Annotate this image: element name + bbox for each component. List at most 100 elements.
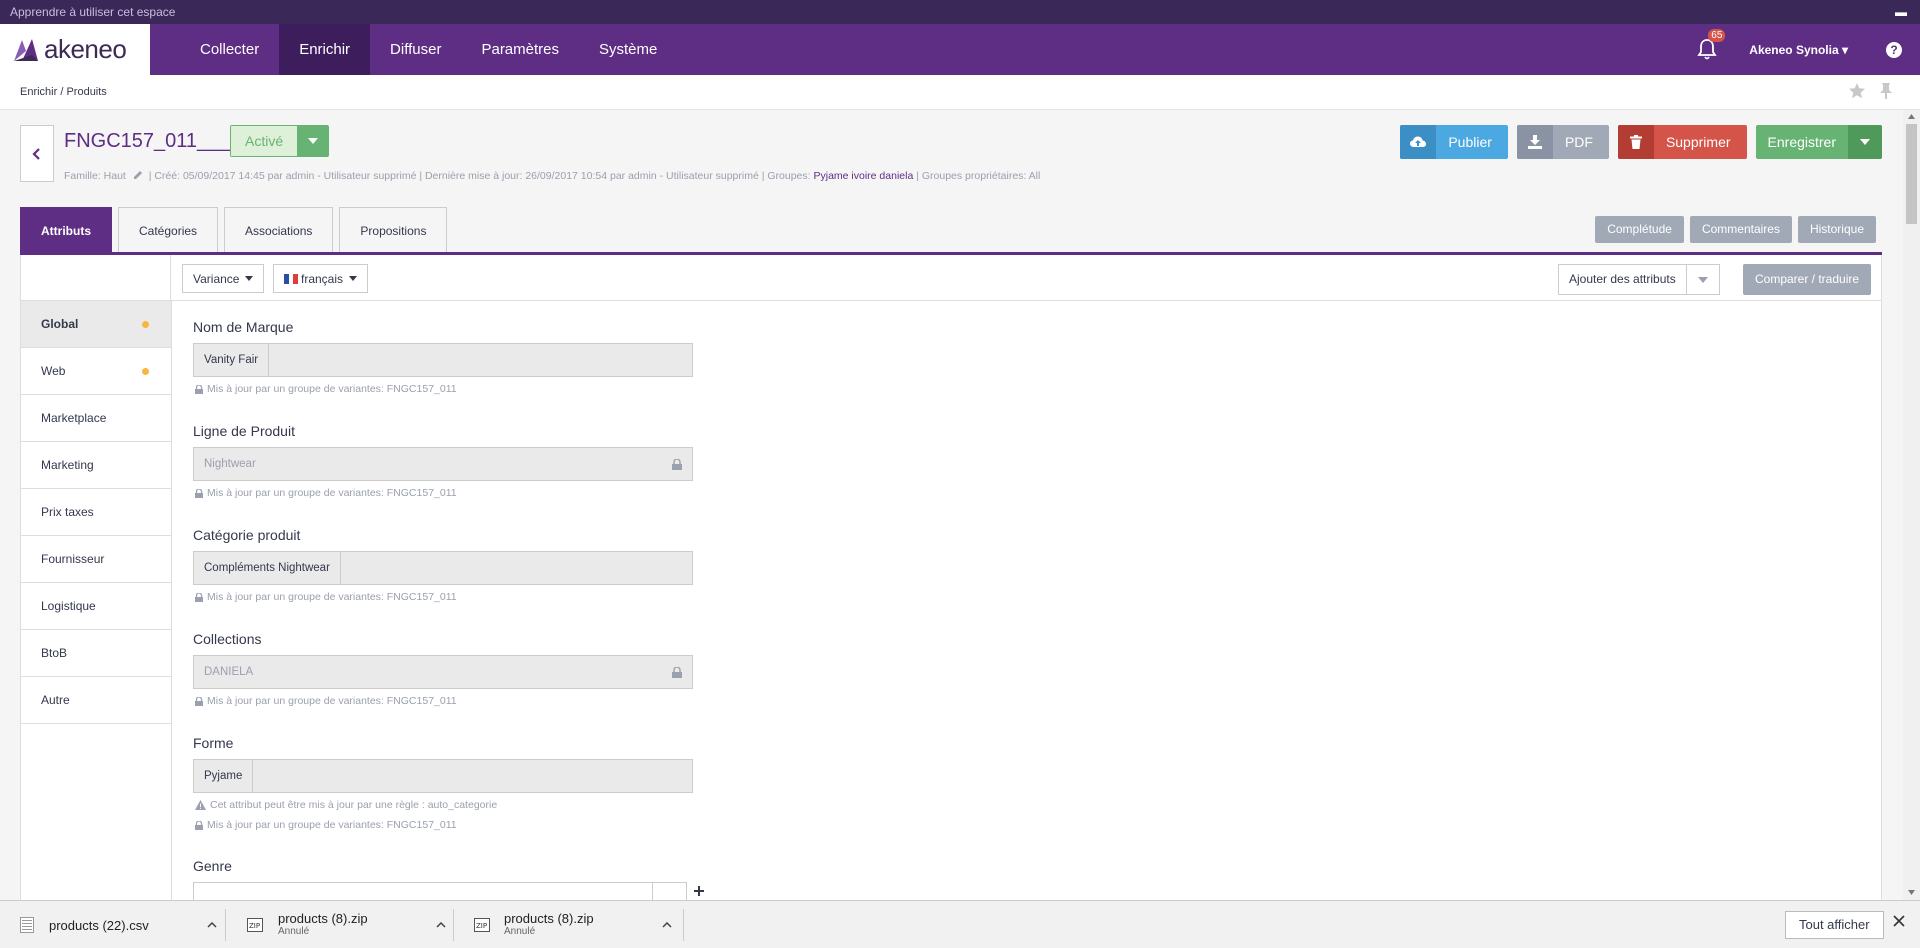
scope-dropdown[interactable]: Variance	[182, 264, 265, 293]
missing-required-dot	[142, 368, 149, 375]
field-forme: Forme Pyjame Cet attribut peut être mis …	[193, 735, 793, 831]
tab-categories[interactable]: Catégories	[118, 207, 219, 253]
field-collections: Collections DANIELA Mis à jour par un gr…	[193, 631, 793, 707]
field-label: Ligne de Produit	[193, 423, 295, 439]
tab-historique[interactable]: Historique	[1797, 216, 1876, 243]
download-item[interactable]: products (22).csv	[20, 901, 217, 948]
product-meta: Famille: Haut | Créé: 05/09/2017 14:45 p…	[64, 170, 1040, 182]
rule-hint: Cet attribut peut être mis à jour par un…	[195, 799, 497, 811]
star-icon[interactable]	[1848, 82, 1866, 100]
pencil-icon[interactable]	[133, 170, 143, 180]
hint-text: Mis à jour par un groupe de variantes: F…	[207, 591, 457, 603]
meta-group-link[interactable]: Pyjame ivoire daniela	[813, 170, 913, 182]
lock-icon	[195, 488, 203, 498]
lock-icon	[195, 592, 203, 602]
scroll-down-icon[interactable]	[1908, 890, 1915, 895]
learn-bar-text[interactable]: Apprendre à utiliser cet espace	[10, 5, 175, 19]
sidebar-item-web[interactable]: Web	[21, 348, 171, 395]
download-item[interactable]: ZIP products (8).zip Annulé	[247, 901, 446, 948]
download-separator	[453, 909, 454, 941]
nav-item-parametres[interactable]: Paramètres	[461, 24, 579, 75]
breadcrumb[interactable]: Enrichir / Produits	[20, 86, 107, 98]
lock-icon	[672, 459, 682, 470]
tab-commentaires[interactable]: Commentaires	[1689, 216, 1792, 243]
sidebar-item-logistique[interactable]: Logistique	[21, 583, 171, 630]
sidebar-item-btob[interactable]: BtoB	[21, 630, 171, 677]
field-ligne-de-produit: Ligne de Produit Nightwear Mis à jour pa…	[193, 423, 793, 499]
notifications-button[interactable]: 65	[1697, 28, 1726, 62]
sidebar-item-label: BtoB	[41, 646, 68, 660]
save-dropdown-caret-icon[interactable]	[1848, 125, 1882, 159]
nav-item-diffuser[interactable]: Diffuser	[370, 24, 461, 75]
nav-item-collecter[interactable]: Collecter	[180, 24, 279, 75]
field-label: Catégorie produit	[193, 527, 301, 543]
close-icon[interactable]	[1893, 915, 1905, 927]
chevron-up-icon[interactable]	[662, 922, 672, 928]
chevron-left-icon	[32, 147, 40, 160]
pdf-label: PDF	[1564, 134, 1593, 150]
product-title: FNGC157_011___L	[64, 130, 242, 152]
selected-value-chip: Vanity Fair	[194, 344, 270, 376]
missing-required-dot	[142, 321, 149, 328]
plus-icon[interactable]	[694, 886, 704, 896]
scroll-up-icon[interactable]	[1908, 114, 1915, 119]
lock-icon	[195, 384, 203, 394]
learn-bar[interactable]: Apprendre à utiliser cet espace ▬	[0, 0, 1920, 24]
toolbar-spacer	[21, 255, 171, 301]
status-dropdown-button[interactable]	[297, 126, 329, 156]
delete-button[interactable]: Supprimer	[1617, 125, 1747, 159]
selected-value-chip: Compléments Nightwear	[194, 552, 341, 584]
product-category-select[interactable]: Compléments Nightwear	[193, 551, 693, 585]
sidebar-item-marketplace[interactable]: Marketplace	[21, 395, 171, 442]
chevron-up-icon[interactable]	[436, 922, 446, 928]
download-separator	[225, 909, 226, 941]
sidebar-item-label: Autre	[41, 693, 70, 707]
pin-icon[interactable]	[1878, 82, 1894, 100]
tab-completude[interactable]: Complétude	[1595, 216, 1684, 243]
brand-select[interactable]: Vanity Fair	[193, 343, 693, 377]
compare-translate-button[interactable]: Comparer / traduire	[1743, 264, 1872, 295]
status-label[interactable]: Activé	[231, 126, 298, 156]
product-tabs: Attributs Catégories Associations Propos…	[20, 207, 448, 253]
nav-item-enrichir[interactable]: Enrichir	[279, 24, 371, 75]
caret-down-icon	[307, 138, 318, 144]
sidebar-item-fournisseur[interactable]: Fournisseur	[21, 536, 171, 583]
sidebar-item-marketing[interactable]: Marketing	[21, 442, 171, 489]
svg-text:ZIP: ZIP	[249, 922, 260, 930]
back-button[interactable]	[20, 125, 54, 182]
download-filename: products (8).zip	[504, 911, 594, 926]
add-attributes-select[interactable]: Ajouter des attributs	[1558, 264, 1720, 295]
header-actions: Publier PDF Supprimer Enregistrer	[1400, 125, 1882, 159]
status-toggle[interactable]: Activé	[230, 125, 330, 157]
learn-bar-menu-icon[interactable]: ▬	[1895, 0, 1908, 24]
chevron-up-icon[interactable]	[207, 922, 217, 928]
field-label: Genre	[193, 858, 232, 874]
variant-group-hint: Mis à jour par un groupe de variantes: F…	[195, 383, 457, 395]
chevron-down-icon[interactable]	[1685, 265, 1719, 294]
save-button[interactable]: Enregistrer	[1755, 125, 1882, 159]
scrollbar-thumb[interactable]	[1906, 124, 1917, 224]
akeneo-logo[interactable]: akeneo	[0, 24, 150, 75]
locale-dropdown[interactable]: français	[273, 264, 369, 293]
user-menu[interactable]: Akeneo Synolia ▾	[1749, 43, 1848, 57]
field-label: Nom de Marque	[193, 319, 294, 335]
sidebar-item-global[interactable]: Global	[21, 301, 171, 348]
sidebar-item-prix-taxes[interactable]: Prix taxes	[21, 489, 171, 536]
page-scrollbar[interactable]	[1903, 110, 1920, 900]
show-all-downloads-button[interactable]: Tout afficher	[1785, 911, 1884, 939]
field-nom-de-marque: Nom de Marque Vanity Fair Mis à jour par…	[193, 319, 793, 395]
pdf-button[interactable]: PDF	[1516, 125, 1609, 159]
sidebar-item-autre[interactable]: Autre	[21, 677, 171, 724]
nav-item-systeme[interactable]: Système	[579, 24, 677, 75]
scope-value: Variance	[193, 271, 240, 286]
shape-select[interactable]: Pyjame	[193, 759, 693, 793]
nav-menu: Collecter Enrichir Diffuser Paramètres S…	[180, 24, 677, 75]
help-icon[interactable]: ?	[1886, 41, 1902, 58]
tab-attributs[interactable]: Attributs	[20, 207, 112, 253]
sidebar-item-label: Logistique	[41, 599, 96, 613]
tab-propositions[interactable]: Propositions	[339, 207, 448, 253]
download-item[interactable]: ZIP products (8).zip Annulé	[474, 901, 672, 948]
publish-button[interactable]: Publier	[1400, 125, 1508, 159]
sidebar-item-label: Marketplace	[41, 411, 107, 425]
tab-associations[interactable]: Associations	[224, 207, 334, 253]
